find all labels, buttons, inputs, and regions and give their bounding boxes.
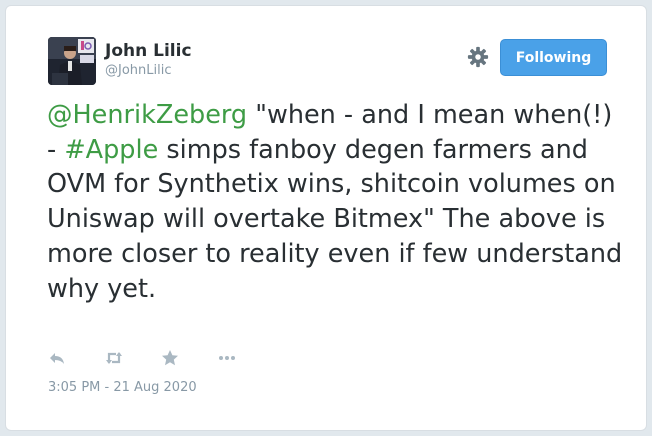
tweet-actions — [47, 348, 247, 368]
following-button[interactable]: Following — [500, 39, 607, 76]
tweet-timestamp[interactable]: 3:05 PM - 21 Aug 2020 — [48, 380, 197, 395]
reply-icon[interactable] — [47, 348, 67, 368]
avatar-image — [48, 37, 96, 85]
author-handle[interactable]: @JohnLilic — [105, 63, 172, 78]
gear-icon[interactable] — [467, 46, 489, 68]
author-display-name[interactable]: John Lilic — [105, 41, 192, 61]
avatar[interactable] — [48, 37, 96, 85]
tweet-card: John Lilic @JohnLilic Following @HenrikZ… — [5, 5, 647, 431]
tweet-text: @HenrikZeberg "when - and I mean when(!)… — [47, 98, 627, 306]
retweet-icon[interactable] — [104, 348, 124, 368]
mention-link[interactable]: @HenrikZeberg — [47, 100, 247, 130]
hashtag-link[interactable]: #Apple — [64, 135, 158, 165]
more-icon[interactable] — [217, 348, 237, 368]
star-icon[interactable] — [160, 348, 180, 368]
